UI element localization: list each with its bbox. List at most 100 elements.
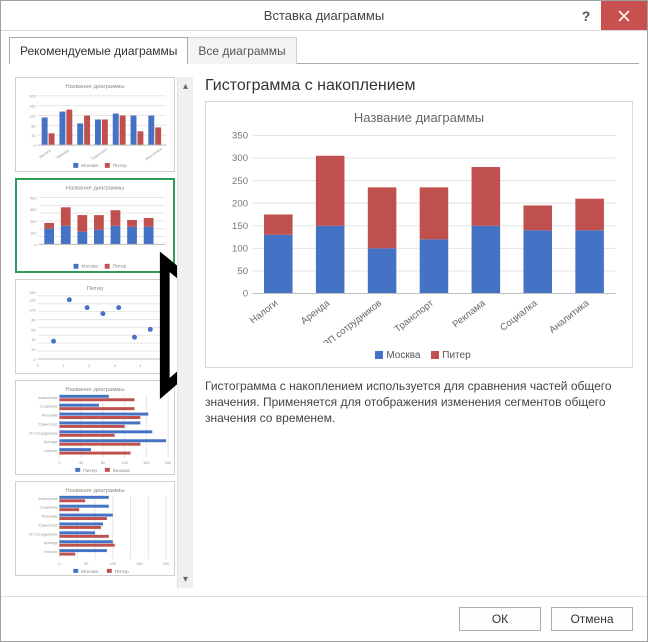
svg-text:120: 120	[29, 113, 36, 118]
svg-text:Москва: Москва	[81, 569, 98, 575]
svg-text:400: 400	[30, 195, 36, 200]
svg-text:Социалка: Социалка	[39, 404, 58, 409]
svg-text:Москва: Москва	[81, 163, 98, 169]
chart-thumb-clustered-bar-1[interactable]: Название диаграммы Аналитика Социалка Рек…	[15, 380, 175, 475]
svg-text:Реклама: Реклама	[42, 413, 59, 418]
svg-text:150: 150	[232, 221, 248, 232]
svg-text:0: 0	[34, 242, 36, 247]
svg-text:50: 50	[237, 266, 248, 277]
svg-text:Реклама: Реклама	[42, 514, 59, 519]
chart-thumb-stacked-column[interactable]: Название диаграммы 0100200 300400	[15, 178, 175, 274]
svg-text:80: 80	[31, 123, 36, 128]
svg-text:Социалка: Социалка	[39, 505, 58, 510]
svg-text:0: 0	[34, 357, 37, 362]
dialog-footer: ОК Отмена	[1, 596, 647, 641]
scroll-down-icon[interactable]: ▾	[178, 570, 193, 588]
help-button[interactable]: ?	[571, 1, 601, 30]
close-button[interactable]	[601, 1, 647, 30]
svg-text:80: 80	[31, 318, 36, 323]
svg-text:Аналитика: Аналитика	[38, 395, 58, 400]
svg-text:150: 150	[136, 561, 143, 566]
svg-text:Название диаграммы: Название диаграммы	[65, 488, 124, 494]
svg-text:250: 250	[232, 176, 248, 187]
svg-text:80: 80	[101, 460, 106, 465]
svg-text:Транспорт: Транспорт	[393, 298, 437, 335]
svg-text:120: 120	[121, 460, 128, 465]
svg-text:Питер: Питер	[113, 264, 127, 270]
svg-text:100: 100	[232, 244, 248, 255]
svg-text:1: 1	[62, 363, 64, 368]
svg-text:Питер: Питер	[115, 569, 129, 575]
dialog-title: Вставка диаграммы	[1, 8, 647, 23]
svg-text:40: 40	[79, 460, 84, 465]
svg-text:200: 200	[163, 561, 170, 566]
tab-strip: Рекомендуемые диаграммы Все диаграммы	[1, 31, 647, 64]
svg-text:Транспорт: Транспорт	[90, 146, 109, 161]
svg-text:160: 160	[29, 104, 36, 109]
stacked-column-chart: 050100150200250300350НалогиАрендаЗП сотр…	[216, 129, 622, 343]
svg-text:200: 200	[165, 460, 172, 465]
svg-text:Питер: Питер	[83, 468, 97, 474]
svg-text:160: 160	[29, 290, 36, 295]
svg-text:Аренда: Аренда	[44, 540, 58, 545]
svg-text:3: 3	[114, 363, 117, 368]
svg-text:Аренда: Аренда	[56, 147, 71, 159]
cancel-button[interactable]: Отмена	[551, 607, 633, 631]
svg-text:Налоги: Налоги	[44, 549, 57, 554]
legend-swatch-1	[375, 351, 383, 359]
svg-text:Налоги: Налоги	[38, 148, 52, 160]
svg-text:Аналитика: Аналитика	[38, 496, 58, 501]
insert-chart-dialog: Вставка диаграммы ? Рекомендуемые диагра…	[0, 0, 648, 642]
svg-text:50: 50	[84, 561, 89, 566]
legend-swatch-2	[431, 351, 439, 359]
svg-text:Название диаграммы: Название диаграммы	[66, 186, 124, 192]
svg-text:Аналитика: Аналитика	[144, 146, 163, 162]
svg-text:Название диаграммы: Название диаграммы	[65, 387, 124, 393]
svg-text:Питер: Питер	[87, 286, 104, 292]
svg-text:40: 40	[31, 133, 36, 138]
svg-text:300: 300	[30, 207, 36, 212]
svg-text:Москва: Москва	[81, 264, 98, 270]
svg-text:Аренда: Аренда	[299, 298, 333, 328]
svg-text:5: 5	[165, 363, 168, 368]
svg-text:Аналитика: Аналитика	[547, 298, 592, 336]
svg-text:2: 2	[88, 363, 90, 368]
svg-text:ЗП сотрудников: ЗП сотрудников	[322, 298, 384, 343]
svg-text:100: 100	[109, 561, 116, 566]
scroll-up-icon[interactable]: ▴	[178, 77, 193, 95]
chart-legend: Москва Питер	[216, 350, 622, 361]
ok-button[interactable]: ОК	[459, 607, 541, 631]
svg-text:Реклама: Реклама	[451, 298, 489, 331]
svg-text:120: 120	[29, 298, 36, 303]
svg-text:40: 40	[31, 338, 36, 343]
svg-text:100: 100	[30, 230, 36, 235]
svg-text:Название диаграммы: Название диаграммы	[65, 84, 124, 90]
svg-text:350: 350	[232, 131, 248, 142]
svg-text:160: 160	[143, 460, 150, 465]
chart-thumb-scatter[interactable]: Питер 02040 6080100 120160	[15, 279, 175, 374]
chart-preview: Название диаграммы 050100150200250300350…	[205, 101, 633, 368]
svg-text:Транспорт: Транспорт	[39, 523, 58, 528]
chart-thumb-clustered-column[interactable]: Название диаграммы 0 40 80 120 160 200	[15, 77, 175, 172]
svg-text:Москва: Москва	[113, 468, 130, 474]
svg-text:0: 0	[58, 460, 61, 465]
svg-text:60: 60	[31, 328, 36, 333]
chart-title: Название диаграммы	[216, 110, 622, 125]
tab-recommended[interactable]: Рекомендуемые диаграммы	[9, 37, 188, 64]
chart-thumb-clustered-bar-2[interactable]: Название диаграммы Аналитика Социалка Рек…	[15, 481, 175, 576]
svg-text:0: 0	[34, 143, 37, 148]
svg-text:Налоги: Налоги	[248, 298, 280, 327]
svg-text:ЗП сотрудников: ЗП сотрудников	[29, 531, 58, 536]
svg-text:4: 4	[139, 363, 142, 368]
svg-text:200: 200	[29, 94, 36, 99]
svg-text:0: 0	[58, 561, 61, 566]
svg-text:Транспорт: Транспорт	[39, 422, 58, 427]
svg-text:Налоги: Налоги	[44, 448, 57, 453]
tab-all-charts[interactable]: Все диаграммы	[187, 37, 296, 64]
thumbnail-scrollbar[interactable]: ▴ ▾	[177, 77, 193, 588]
svg-text:200: 200	[232, 198, 248, 209]
chart-description: Гистограмма с накоплением используется д…	[205, 378, 633, 427]
svg-text:0: 0	[243, 289, 248, 300]
svg-text:Социалка: Социалка	[498, 298, 540, 334]
svg-text:100: 100	[29, 308, 36, 313]
